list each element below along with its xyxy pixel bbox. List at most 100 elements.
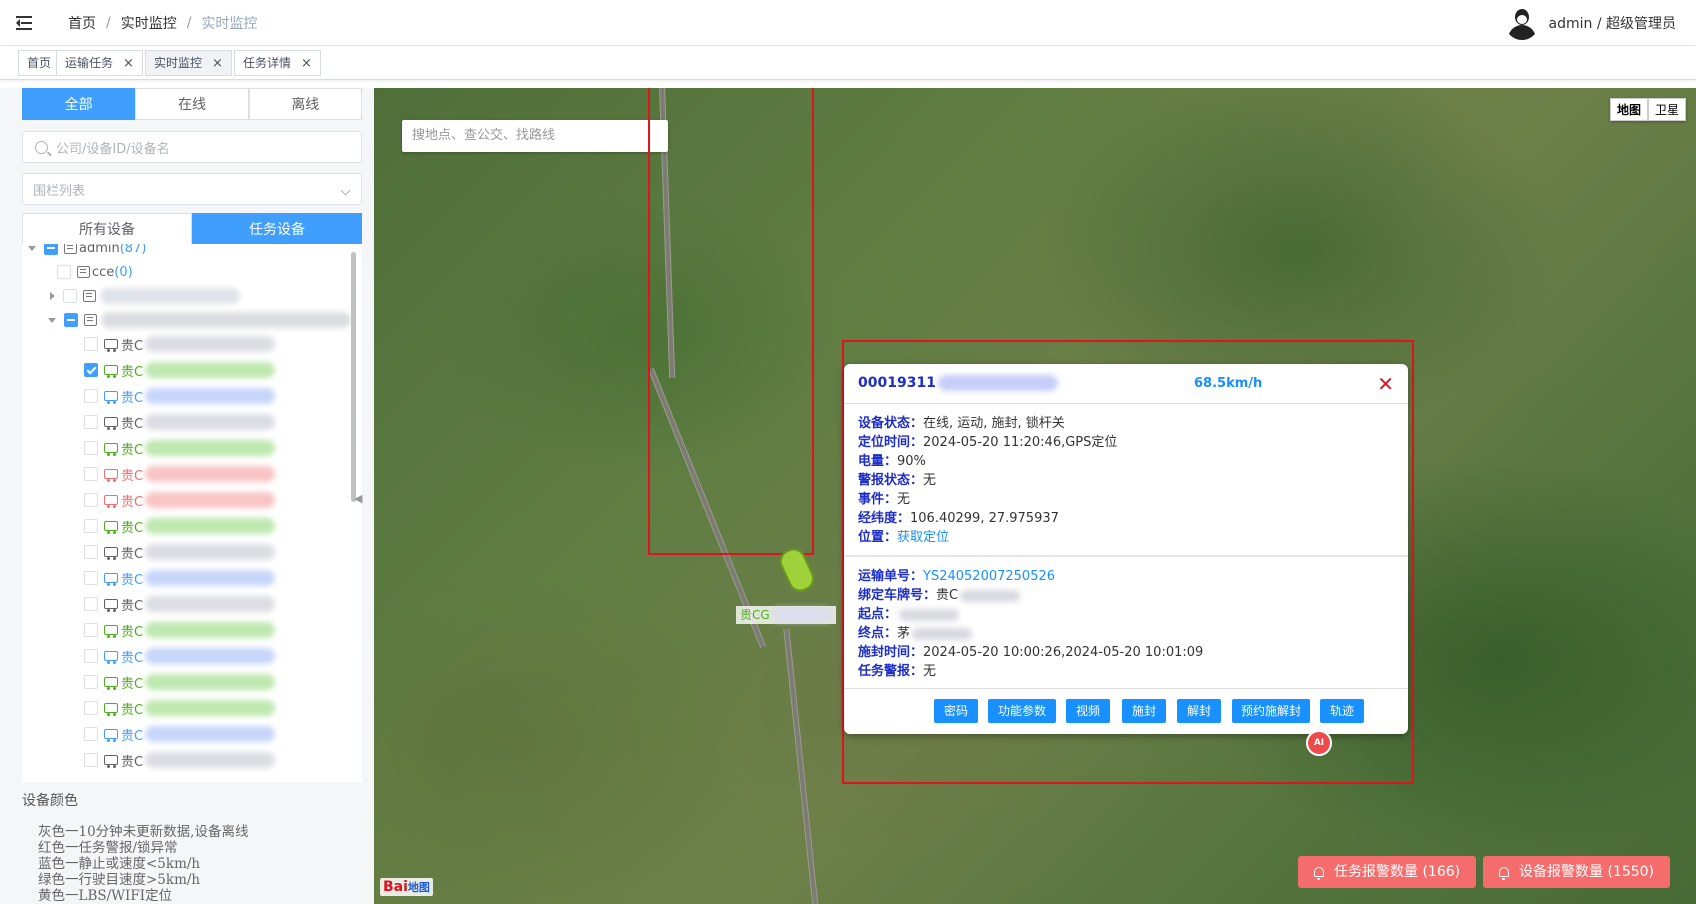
vehicle-row[interactable]: 贵C [84,566,362,590]
tree-checkbox[interactable] [44,244,58,255]
tree-node-company[interactable] [50,284,362,308]
popup-action-button[interactable]: 解封 [1177,699,1221,723]
task-alarm-label: 任务报警数量 (166) [1334,864,1461,880]
tree-checkbox[interactable] [63,289,77,303]
vehicle-checkbox[interactable] [84,545,98,559]
vehicle-checkbox[interactable] [84,753,98,767]
fence-placeholder: 围栏列表 [33,183,86,199]
vehicle-row[interactable]: 贵C [84,618,362,642]
bell-icon [1314,867,1324,880]
fence-select[interactable]: 围栏列表 [22,173,362,205]
collapse-caret-icon[interactable] [28,245,36,251]
tab-all-devices[interactable]: 所有设备 [22,213,192,245]
breadcrumb-monitor[interactable]: 实时监控 [121,13,177,33]
vehicle-row[interactable]: 贵C [84,436,362,460]
vehicle-plate: 贵C [121,442,144,458]
tab-task-devices[interactable]: 任务设备 [192,213,362,245]
tree-scrollbar[interactable] [351,252,356,502]
tab-transport-task[interactable]: 运输任务 × [56,50,143,76]
logo-text: Bai [383,879,408,895]
tree-node-cce[interactable]: cce (0) [40,260,362,284]
vehicle-row[interactable]: 贵C [84,384,362,408]
field-value[interactable]: YS24052007250526 [923,567,1055,586]
vehicle-row[interactable]: 贵C [84,462,362,486]
field-key: 任务警报： [858,664,924,679]
menu-toggle-icon[interactable] [16,15,32,30]
redacted-label [145,700,276,716]
popup-action-button[interactable]: 密码 [934,699,978,723]
company-icon [84,314,97,326]
vehicle-marker-label[interactable]: 贵CG [736,606,836,624]
tree-node-root[interactable]: admin (87) [28,244,358,260]
collapse-arrow-icon[interactable]: ◀ [354,492,364,522]
vehicle-checkbox[interactable] [84,467,98,481]
vehicle-checkbox[interactable] [84,597,98,611]
vehicle-checkbox[interactable] [84,519,98,533]
field-value[interactable]: 获取定位 [897,528,949,547]
vehicle-checkbox[interactable] [84,727,98,741]
vehicle-checkbox[interactable] [84,493,98,507]
vehicle-row[interactable]: 贵C [84,410,362,434]
popup-action-button[interactable]: 施封 [1122,699,1166,723]
map-type-map-button[interactable]: 地图 [1609,98,1648,121]
device-search-input[interactable]: 公司/设备ID/设备名 [22,131,362,163]
device-type-tabs: 所有设备 任务设备 [22,213,362,245]
vehicle-row[interactable]: 贵C [84,332,362,356]
vehicle-checkbox[interactable] [84,441,98,455]
vehicle-row[interactable]: 贵C [84,644,362,668]
device-alarm-button[interactable]: 设备报警数量 (1550) [1483,856,1671,888]
tab-label: 运输任务 [65,56,114,70]
tab-realtime-monitor[interactable]: 实时监控 × [145,50,232,76]
tree-node-company-expanded[interactable] [48,308,362,332]
user-menu[interactable]: admin / 超级管理员 [1505,6,1676,40]
map-type-satellite-button[interactable]: 卫星 [1647,98,1686,121]
popup-action-button[interactable]: 功能参数 [988,699,1056,723]
vehicle-row[interactable]: 贵C [84,514,362,538]
vehicle-checkbox[interactable] [84,571,98,585]
vehicle-checkbox[interactable] [84,649,98,663]
vehicle-checkbox[interactable] [84,337,98,351]
tab-close-icon[interactable]: × [212,56,223,71]
vehicle-row[interactable]: 贵C [84,358,362,382]
satellite-map[interactable]: 搜地点、查公交、找路线 地图 卫星 贵CG 00019311 68.5km/h … [374,88,1696,904]
top-header: 首页 / 实时监控 / 实时监控 admin / 超级管理员 [0,0,1696,46]
tab-home[interactable]: 首页 [18,50,61,76]
vehicle-row[interactable]: 贵C [84,488,362,512]
popup-action-button[interactable]: 预约施解封 [1232,699,1310,723]
vehicle-row[interactable]: 贵C [84,696,362,720]
vehicle-checkbox[interactable] [84,675,98,689]
redacted-label [145,518,276,534]
breadcrumb-home[interactable]: 首页 [68,13,96,33]
filter-all-button[interactable]: 全部 [22,88,136,120]
close-icon[interactable]: ✕ [1377,372,1394,396]
tab-close-icon[interactable]: × [301,56,312,71]
map-search-input[interactable]: 搜地点、查公交、找路线 [402,120,668,152]
tab-close-icon[interactable]: × [123,56,134,71]
tree-node-label: admin [79,244,120,256]
collapse-caret-icon[interactable] [48,317,56,323]
truck-icon [104,547,118,560]
filter-online-button[interactable]: 在线 [135,88,249,120]
ai-assistant-icon[interactable]: AI [1306,730,1332,756]
tab-task-detail[interactable]: 任务详情 × [234,50,321,76]
vehicle-row[interactable]: 贵C [84,748,362,772]
vehicle-row[interactable]: 贵C [84,722,362,746]
task-alarm-button[interactable]: 任务报警数量 (166) [1298,856,1477,888]
vehicle-row[interactable]: 贵C [84,592,362,616]
vehicle-checkbox[interactable] [84,389,98,403]
vehicle-checkbox[interactable] [84,701,98,715]
field-key: 经纬度： [858,511,911,526]
tree-checkbox[interactable] [57,265,71,279]
legend-line: 蓝色一静止或速度<5km/h [38,856,201,872]
field-key: 起点： [858,607,898,622]
vehicle-row[interactable]: 贵C [84,540,362,564]
tree-checkbox[interactable] [64,313,78,327]
popup-action-button[interactable]: 轨迹 [1320,699,1364,723]
expand-caret-icon[interactable] [50,292,55,300]
vehicle-checkbox[interactable] [84,623,98,637]
vehicle-checkbox[interactable] [84,415,98,429]
filter-offline-button[interactable]: 离线 [248,88,362,120]
popup-action-button[interactable]: 视频 [1066,699,1110,723]
vehicle-checkbox[interactable] [84,363,98,377]
vehicle-row[interactable]: 贵C [84,670,362,694]
